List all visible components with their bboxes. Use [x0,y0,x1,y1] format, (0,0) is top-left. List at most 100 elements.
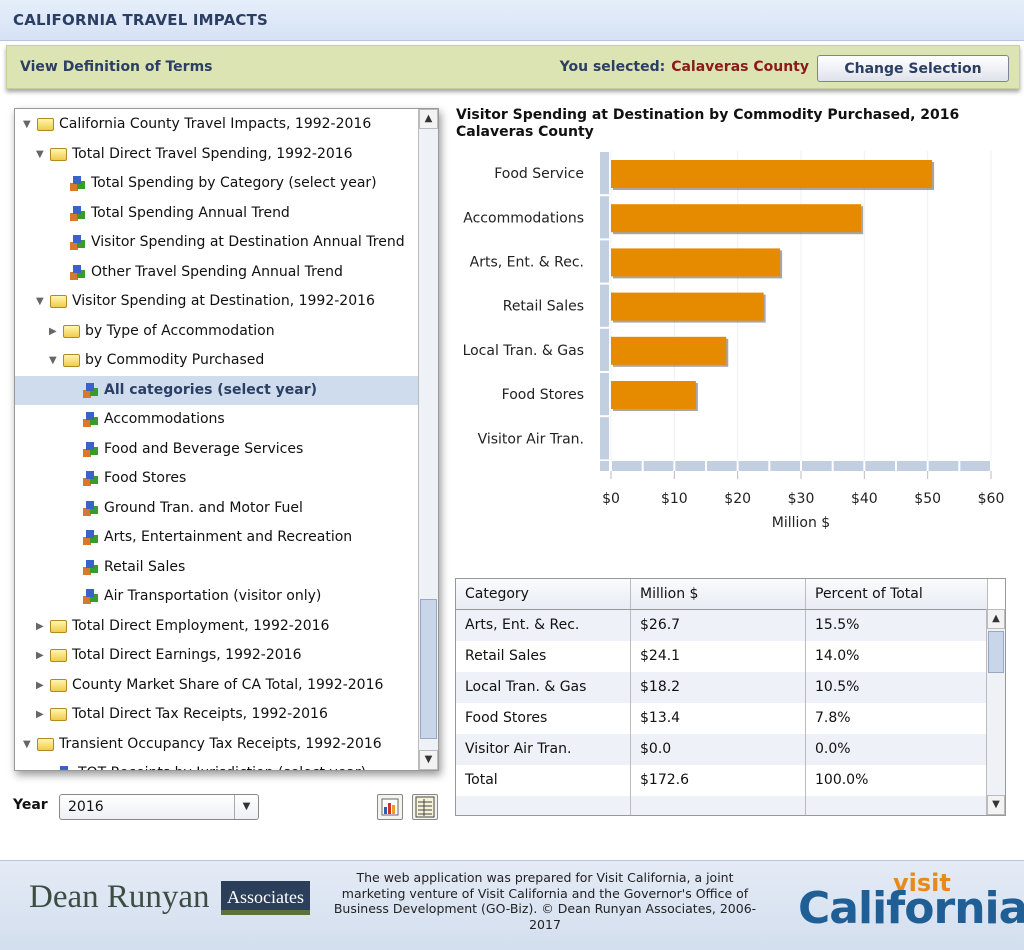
y-tick-label: Accommodations [463,210,584,226]
table-cell: Local Tran. & Gas [456,672,631,703]
x-axis-band-segment [960,461,990,471]
tree-item[interactable]: Air Transportation (visitor only) [15,582,419,611]
scroll-thumb[interactable] [988,631,1004,673]
cubes-icon [83,559,98,575]
tree-item[interactable]: Ground Tran. and Motor Fuel [15,494,419,523]
chevron-down-icon[interactable]: ▼ [234,795,258,819]
you-selected-label: You selected: [559,59,666,75]
tree-item[interactable]: Total Spending by Category (select year) [15,169,419,198]
tree-item[interactable]: ▼ Transient Occupancy Tax Receipts, 1992-… [15,730,419,759]
table-cell [631,796,806,815]
table-row[interactable]: Total $172.6 100.0% [456,765,988,796]
change-selection-button[interactable]: Change Selection [817,55,1009,82]
table-row[interactable] [456,796,988,815]
expand-arrow-down-icon[interactable]: ▼ [36,140,48,169]
view-definitions-link[interactable]: View Definition of Terms [20,59,213,75]
tree-item[interactable]: Food and Beverage Services [15,435,419,464]
tree-item[interactable]: Visitor Spending at Destination Annual T… [15,228,419,257]
tree-item[interactable]: ▶ Total Direct Employment, 1992-2016 [15,612,419,641]
y-axis-band-segment [600,328,609,371]
table-cell: 15.5% [806,610,988,641]
scroll-up-button[interactable]: ▲ [987,609,1005,629]
tree-item-label: Other Travel Spending Annual Trend [91,263,343,280]
y-axis-band-segment [600,417,609,460]
expand-arrow-right-icon[interactable]: ▶ [49,317,61,346]
tree-item[interactable]: ▼ California County Travel Impacts, 1992-… [15,110,419,139]
tree-item[interactable]: ▼ Total Direct Travel Spending, 1992-2016 [15,140,419,169]
tree-item[interactable]: ▶ Total Direct Tax Receipts, 1992-2016 [15,700,419,729]
y-axis-band-segment [600,373,609,416]
x-tick-label: $40 [851,491,878,507]
footer: Dean Runyan Associates The web applicati… [0,860,1024,950]
tree-item[interactable]: Other Travel Spending Annual Trend [15,258,419,287]
expand-arrow-down-icon[interactable]: ▼ [36,287,48,316]
col-million[interactable]: Million $ [631,579,806,609]
bar-shadow [613,383,698,411]
tree-item-label: California County Travel Impacts, 1992-2… [59,116,372,132]
tree-item[interactable]: ▶ County Market Share of CA Total, 1992-2… [15,671,419,700]
tree-item[interactable]: Arts, Entertainment and Recreation [15,523,419,552]
table-row[interactable]: Arts, Ent. & Rec. $26.7 15.5% [456,610,988,641]
expand-arrow-right-icon[interactable]: ▶ [36,700,48,729]
tree-item[interactable]: Retail Sales [15,553,419,582]
bar [611,292,764,321]
scroll-up-button[interactable]: ▲ [419,109,438,129]
expand-arrow-right-icon[interactable]: ▶ [36,612,48,641]
expand-arrow-right-icon[interactable]: ▶ [36,641,48,670]
x-tick-label: $60 [978,491,1005,507]
table-cell: 7.8% [806,703,988,734]
bar [611,381,696,409]
tree-item[interactable]: All categories (select year) [15,375,419,405]
table-cell: $13.4 [631,703,806,734]
chart-subtitle: Calaveras County [456,124,594,140]
x-tick-label: $50 [914,491,941,507]
tree-item[interactable]: TOT Receipts by Jurisdiction (select yea… [15,759,419,770]
selected-county: Calaveras County [671,59,809,75]
x-axis-band-segment [707,461,737,471]
tree-scrollbar[interactable]: ▲ ▼ [418,109,438,770]
tree-item-label: Total Spending by Category (select year) [91,175,377,191]
selection-bar: View Definition of Terms You selected: Ca… [6,45,1020,89]
x-axis-band-segment [675,461,705,471]
tree-item[interactable]: Total Spending Annual Trend [15,199,419,228]
table-scrollbar[interactable]: ▲ ▼ [986,609,1005,815]
tree-item[interactable]: Accommodations [15,405,419,434]
table-row[interactable]: Retail Sales $24.1 14.0% [456,641,988,672]
navigation-tree: ▼ California County Travel Impacts, 1992-… [14,108,439,771]
col-percent[interactable]: Percent of Total [806,579,988,609]
folder-icon [63,354,80,367]
x-axis-band-segment [612,461,642,471]
expand-arrow-down-icon[interactable]: ▼ [23,730,35,759]
tree-item[interactable]: ▶ by Type of Accommodation [15,317,419,346]
table-cell: 100.0% [806,765,988,796]
y-axis-band-segment [600,240,609,283]
bar-shadow [613,206,864,235]
scroll-down-button[interactable]: ▼ [419,750,438,770]
bar-chart-icon [381,798,399,816]
table-row[interactable]: Food Stores $13.4 7.8% [456,703,988,734]
table-row[interactable]: Local Tran. & Gas $18.2 10.5% [456,672,988,703]
tree-item[interactable]: ▼ by Commodity Purchased [15,346,419,375]
tree-item[interactable]: ▼ Visitor Spending at Destination, 1992-2… [15,287,419,316]
bar-shadow [613,250,783,279]
scroll-thumb[interactable] [420,599,437,739]
folder-icon [37,737,54,751]
tree-item[interactable]: ▶ Total Direct Earnings, 1992-2016 [15,641,419,670]
expand-arrow-down-icon[interactable]: ▼ [49,346,61,375]
col-category[interactable]: Category [456,579,631,609]
cubes-icon [83,382,98,398]
x-tick-label: $10 [661,491,688,507]
year-select[interactable]: 2016 ▼ [59,794,259,820]
tree-item-label: Total Direct Tax Receipts, 1992-2016 [72,706,328,722]
scroll-down-button[interactable]: ▼ [987,795,1005,815]
table-row[interactable]: Visitor Air Tran. $0.0 0.0% [456,734,988,765]
y-tick-label: Local Tran. & Gas [463,343,584,359]
cubes-icon [83,500,98,516]
cubes-icon [83,530,98,545]
tree-item[interactable]: Food Stores [15,464,419,493]
expand-arrow-right-icon[interactable]: ▶ [36,671,48,700]
expand-arrow-down-icon[interactable]: ▼ [23,110,35,139]
table-view-button[interactable] [412,794,438,820]
bar [611,160,933,188]
chart-view-button[interactable] [377,794,403,820]
